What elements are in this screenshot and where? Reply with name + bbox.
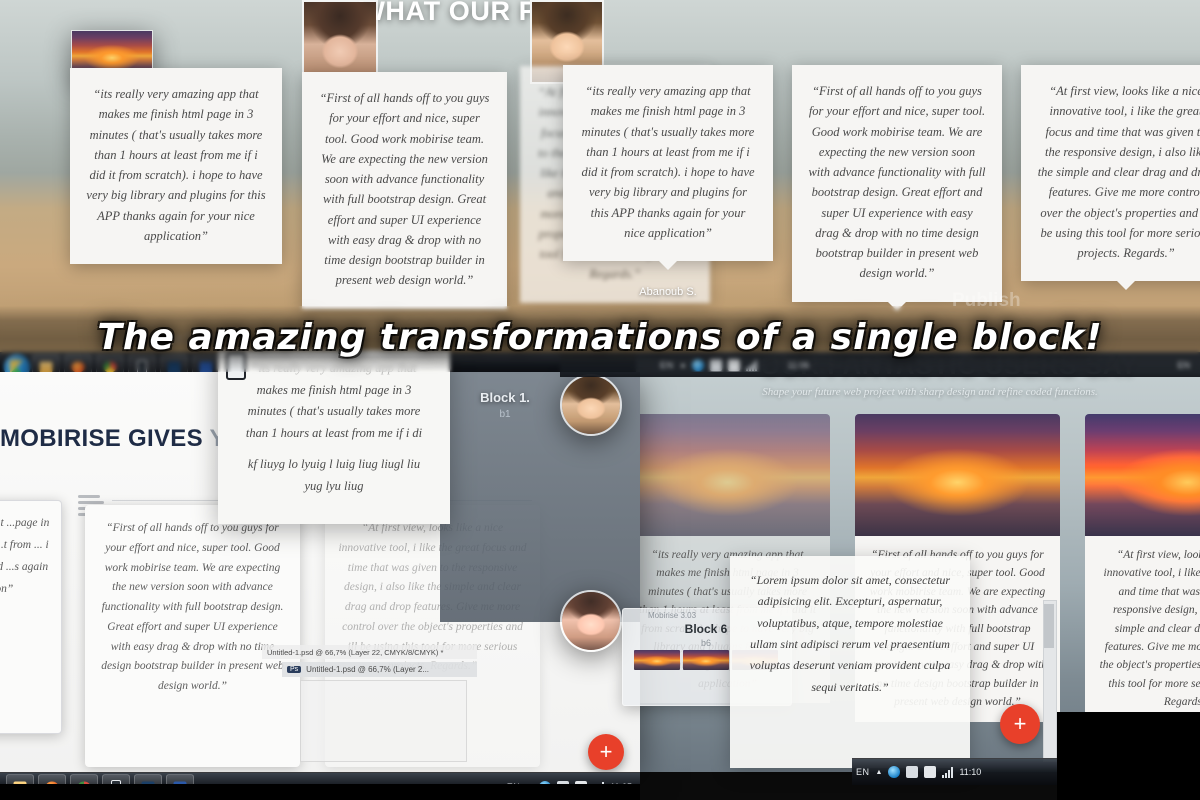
desktop-background — [1057, 712, 1200, 800]
fab-label: + — [599, 739, 613, 764]
network-icon[interactable] — [692, 359, 705, 371]
testimonial-quote: “At first view, looks like a nice innova… — [1037, 84, 1200, 260]
card-quote: “First of all hands off to you guys for … — [101, 522, 284, 693]
testimonial-quote: “First of all hands off to you guys for … — [319, 91, 490, 288]
security-icon[interactable] — [924, 766, 937, 778]
photoshop-panel-preview — [300, 680, 467, 762]
card-image — [1085, 414, 1200, 536]
testimonial-author: Abanoub S. — [639, 286, 697, 298]
testimonial-card: “At first view, looks like a nice innova… — [1021, 65, 1200, 291]
card-tail — [1117, 281, 1135, 291]
tray-language[interactable]: EN — [660, 360, 674, 370]
panel-line-4: kf liuyg lo lyuig l luig liug liugl liu — [247, 457, 421, 471]
tray-clock[interactable]: 11:10 — [959, 767, 981, 777]
editing-float-panel: “its really very amazing app that makes … — [218, 350, 450, 524]
mobile-preview-icon[interactable] — [226, 352, 246, 380]
photoshop-app-badge: Ps — [287, 666, 302, 673]
scrollbar-thumb[interactable] — [1044, 604, 1054, 648]
lorem-text-panel: “Lorem ipsum dolor sit amet, consectetur… — [730, 556, 970, 768]
lorem-text: “Lorem ipsum dolor sit amet, consectetur… — [749, 573, 951, 694]
testimonial-quote: “its really very amazing app that makes … — [581, 84, 755, 240]
card-image — [625, 414, 830, 536]
testimonial-quote: “First of all hands off to you guys for … — [808, 84, 986, 281]
system-tray[interactable]: EN ▲ 11:06 — [660, 359, 817, 371]
testimonial-quote: “its really very amazing app that makes … — [86, 87, 266, 243]
tray-language-right[interactable]: EN — [1177, 360, 1190, 370]
fab-label: + — [1013, 711, 1027, 736]
chrome-icon — [103, 361, 117, 373]
testimonial-card: “its really very amazing app that makes … — [563, 65, 773, 270]
panel-line-5: yug lyu liug — [304, 478, 364, 493]
testimonial-card: “its really very amazing app that makes … — [70, 68, 282, 264]
photoshop-taskbar-title: Untitled-1.psd @ 66,7% (Layer 2... — [306, 665, 430, 674]
photoshop-icon — [167, 361, 181, 373]
heading-strong: MOBIRISE GIVES — [0, 425, 203, 452]
tray-language[interactable]: EN — [856, 767, 870, 777]
card-tail — [888, 301, 906, 311]
testimonial-card: “First of all hands off to you guys for … — [792, 65, 1002, 311]
photoshop-tab-title: Untitled-1.psd @ 66,7% (Layer 22, CMYK/8… — [267, 647, 444, 657]
card-tail — [659, 261, 677, 270]
panel-line-3: than 1 hours at least from me if i di — [245, 425, 423, 440]
testimonial-card: “First of all hands off to you guys for … — [85, 505, 300, 767]
volume-icon[interactable] — [906, 766, 919, 778]
taskbar-4[interactable]: EN ▲ 11:06 EN — [560, 352, 1200, 377]
firefox-icon — [71, 361, 85, 373]
photoshop-taskbar-item[interactable]: Ps Untitled-1.psd @ 66,7% (Layer 2... — [282, 662, 477, 677]
publish-button[interactable]: Publish — [952, 290, 1021, 312]
card-quote: “...app that ...page in 3 ...takes ...t … — [0, 517, 50, 595]
testimonial-card: “...app that ...page in 3 ...takes ...t … — [0, 500, 62, 734]
avatar-user-3 — [560, 374, 622, 436]
block-1-title: Block 1. — [480, 390, 530, 405]
avatar-user-4 — [560, 590, 622, 652]
system-tray[interactable]: EN ▲ 11:10 — [856, 766, 989, 778]
promo-collage: WHAT OUR FANTASTIC USERS SAY page12.html… — [0, 0, 1200, 800]
block-thumb — [683, 650, 729, 670]
panel-line-2: minutes ( that's usually takes more — [247, 404, 421, 418]
block-1-code: b1 — [499, 409, 511, 420]
card-quote: “At first view, looks like a nice innova… — [1085, 536, 1200, 722]
panel-line-clipped: “its really very amazing app that — [251, 361, 417, 375]
panel-line-1: makes me finish html page in 3 — [256, 382, 412, 397]
network-icon[interactable] — [888, 766, 901, 778]
add-block-button[interactable]: + — [1000, 704, 1040, 744]
security-icon[interactable] — [728, 359, 741, 371]
tray-expand-icon[interactable]: ▲ — [680, 362, 687, 369]
bottom-section-subtitle: Shape your future web project with sharp… — [762, 386, 1098, 398]
file-name-hint: page12.html — [150, 330, 233, 347]
taskbar-3[interactable]: EN ▲ 11:10 — [852, 758, 1057, 785]
volume-icon[interactable] — [710, 359, 723, 371]
card-image — [855, 414, 1060, 536]
signal-icon[interactable] — [942, 766, 954, 778]
tray-expand-icon[interactable]: ▲ — [876, 769, 883, 776]
block-thumb — [634, 650, 680, 670]
tray-clock[interactable]: 11:06 — [787, 360, 809, 370]
desktop-background — [0, 784, 640, 800]
image-card: “At first view, looks like a nice innova… — [1085, 414, 1200, 722]
photoshop-document-tab[interactable]: Untitled-1.psd @ 66,7% (Layer 22, CMYK/8… — [262, 645, 477, 659]
add-block-button[interactable]: + — [588, 734, 624, 770]
folder-icon — [39, 361, 53, 373]
word-icon — [199, 361, 213, 373]
testimonial-card: “First of all hands off to you guys for … — [302, 72, 507, 309]
signal-icon[interactable] — [746, 359, 758, 371]
